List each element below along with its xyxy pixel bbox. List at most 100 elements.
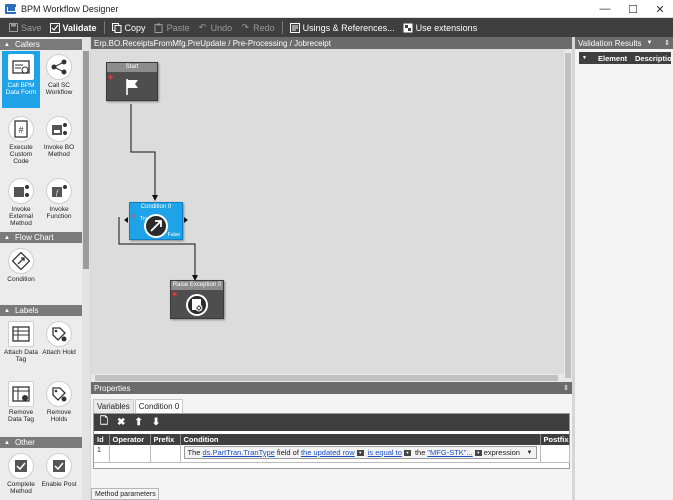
tool-call-sc-workflow[interactable]: Call SC Workflow [40, 51, 78, 96]
column-header[interactable]: Postfix [540, 434, 570, 445]
tool-label: Enable Post [41, 481, 77, 488]
maximize-button[interactable]: ☐ [620, 0, 646, 18]
column-header[interactable]: Condition [180, 434, 541, 445]
row-id: 1 [94, 445, 110, 463]
redo-button[interactable]: ↷ Redo [236, 18, 279, 37]
tool-invoke-external-method[interactable]: Invoke External Method [2, 175, 40, 227]
paste-icon [154, 23, 164, 33]
dropdown-icon[interactable]: ▼ [356, 449, 364, 456]
copy-icon [111, 22, 122, 33]
checklist-icon [49, 22, 60, 33]
close-button[interactable]: ✕ [647, 0, 673, 18]
section-callers[interactable]: ▲ Callers [0, 39, 82, 50]
tool-label: Execute Custom Code [9, 144, 33, 165]
app-icon [5, 4, 16, 14]
activity-title: Condition 0 [130, 203, 182, 212]
use-extensions-button[interactable]: Use extensions [399, 18, 482, 37]
row-link[interactable]: the updated row [301, 448, 355, 457]
tab-variables[interactable]: Variables [93, 399, 134, 413]
table-header-row: Id Operator Prefix Condition Postfix [94, 434, 570, 445]
activity-condition[interactable]: Condition 0 + True False [129, 202, 183, 240]
activity-raise-exception[interactable]: Raise Exception 0 + [170, 280, 224, 319]
palette-scrollbar[interactable] [82, 37, 90, 500]
remove-tag-icon [8, 381, 34, 407]
activity-start[interactable]: Start + [106, 62, 158, 101]
chevron-up-icon: ▲ [4, 41, 10, 48]
dropdown-icon[interactable]: ▼ [646, 40, 652, 46]
new-row-icon[interactable]: 🗋 [100, 414, 108, 431]
section-flow-chart[interactable]: ▲ Flow Chart [0, 232, 82, 243]
table-row[interactable]: 1 The ds.PartTran.TranType field of the … [94, 445, 570, 463]
condition-text: expression [483, 448, 520, 457]
tool-invoke-bo-method[interactable]: Invoke BO Method [40, 113, 78, 158]
copy-button[interactable]: Copy [108, 18, 150, 37]
function-icon: f [46, 178, 72, 204]
expand-icon[interactable]: ▼ [579, 55, 595, 61]
tab-method-parameters[interactable]: Method parameters [91, 488, 159, 500]
tool-complete-method[interactable]: Complete Method [2, 450, 40, 495]
toolbar-divider [281, 21, 283, 34]
dropdown-icon[interactable]: ▼ [474, 449, 482, 456]
tool-remove-data-tag[interactable]: Remove Data Tag [2, 378, 40, 423]
condition-editor[interactable]: The ds.PartTran.TranType field of the up… [183, 446, 537, 459]
scrollbar-thumb[interactable] [83, 51, 89, 269]
row-prefix[interactable] [150, 445, 181, 463]
paste-button[interactable]: Paste [150, 18, 194, 37]
minimize-button[interactable]: — [592, 0, 618, 18]
section-labels[interactable]: ▲ Labels [0, 305, 82, 316]
validate-button[interactable]: Validate [46, 18, 101, 37]
undo-button[interactable]: ↶ Undo [194, 18, 237, 37]
undo-label: Undo [210, 22, 233, 33]
pin-icon[interactable]: ⇕ [664, 39, 670, 47]
scrollbar-thumb[interactable] [95, 375, 558, 381]
tool-condition[interactable]: Condition [2, 245, 40, 283]
pin-icon[interactable]: ⇕ [563, 384, 569, 392]
dropdown-icon[interactable]: ▼ [403, 449, 411, 456]
title-bar: BPM Workflow Designer — ☐ ✕ [0, 0, 673, 18]
toolbar: Save Validate Copy Paste ↶ Undo ↷ Redo U… [0, 18, 673, 37]
activity-title: Raise Exception 0 [171, 281, 223, 290]
usings-label: Usings & References... [302, 22, 395, 33]
toolbox-palette: ▲ Callers Call BPM Data Form Call SC Work… [0, 37, 90, 500]
tool-attach-data-tag[interactable]: Attach Data Tag [2, 318, 40, 363]
save-button[interactable]: Save [4, 18, 46, 37]
delete-row-icon[interactable]: ✖ [117, 417, 125, 428]
canvas-vertical-scrollbar[interactable] [564, 49, 572, 382]
chevron-up-icon: ▲ [4, 439, 10, 446]
move-up-icon[interactable]: ⬆ [134, 417, 142, 428]
operator-link[interactable]: is equal to [368, 448, 402, 457]
column-header[interactable]: Operator [109, 434, 151, 445]
tool-label: Invoke External Method [9, 206, 33, 227]
chevron-down-icon[interactable]: ▼ [527, 450, 533, 456]
tool-attach-hold[interactable]: Attach Hold [40, 318, 78, 356]
usings-references-button[interactable]: Usings & References... [286, 18, 399, 37]
column-header[interactable]: Element [595, 54, 632, 63]
tool-enable-post[interactable]: Enable Post [40, 450, 78, 488]
tool-remove-holds[interactable]: Remove Holds [40, 378, 78, 423]
tab-condition[interactable]: Condition 0 [134, 399, 184, 413]
references-icon [289, 22, 300, 33]
field-link[interactable]: ds.PartTran.TranType [202, 448, 274, 457]
row-postfix[interactable] [540, 445, 570, 463]
connector-arrow [152, 195, 158, 201]
chevron-up-icon: ▲ [4, 307, 10, 314]
canvas-breadcrumb: Erp.BO.ReceiptsFromMfg.PreUpdate / Pre-P… [91, 37, 572, 49]
external-method-icon [8, 178, 34, 204]
tool-execute-custom-code[interactable]: # Execute Custom Code [2, 113, 40, 165]
column-header[interactable]: Description [632, 54, 671, 63]
tool-label: Remove Holds [46, 409, 72, 423]
value-link[interactable]: "MFG-STK"... [427, 448, 472, 457]
column-header[interactable]: Id [94, 434, 110, 445]
canvas-horizontal-scrollbar[interactable] [91, 374, 564, 382]
tool-invoke-function[interactable]: f Invoke Function [40, 175, 78, 220]
column-header[interactable]: Prefix [150, 434, 181, 445]
chevron-up-icon: ▲ [4, 234, 10, 241]
condition-text: The [187, 448, 201, 457]
workflow-canvas[interactable]: Start + Condition 0 + True False Raise E… [91, 49, 572, 382]
scrollbar-thumb[interactable] [565, 53, 571, 378]
row-operator[interactable] [109, 445, 151, 463]
section-other[interactable]: ▲ Other [0, 437, 82, 448]
move-down-icon[interactable]: ⬇ [152, 417, 160, 428]
tool-label: Invoke Function [46, 206, 72, 220]
tool-call-bpm-data-form[interactable]: Call BPM Data Form [2, 51, 40, 108]
